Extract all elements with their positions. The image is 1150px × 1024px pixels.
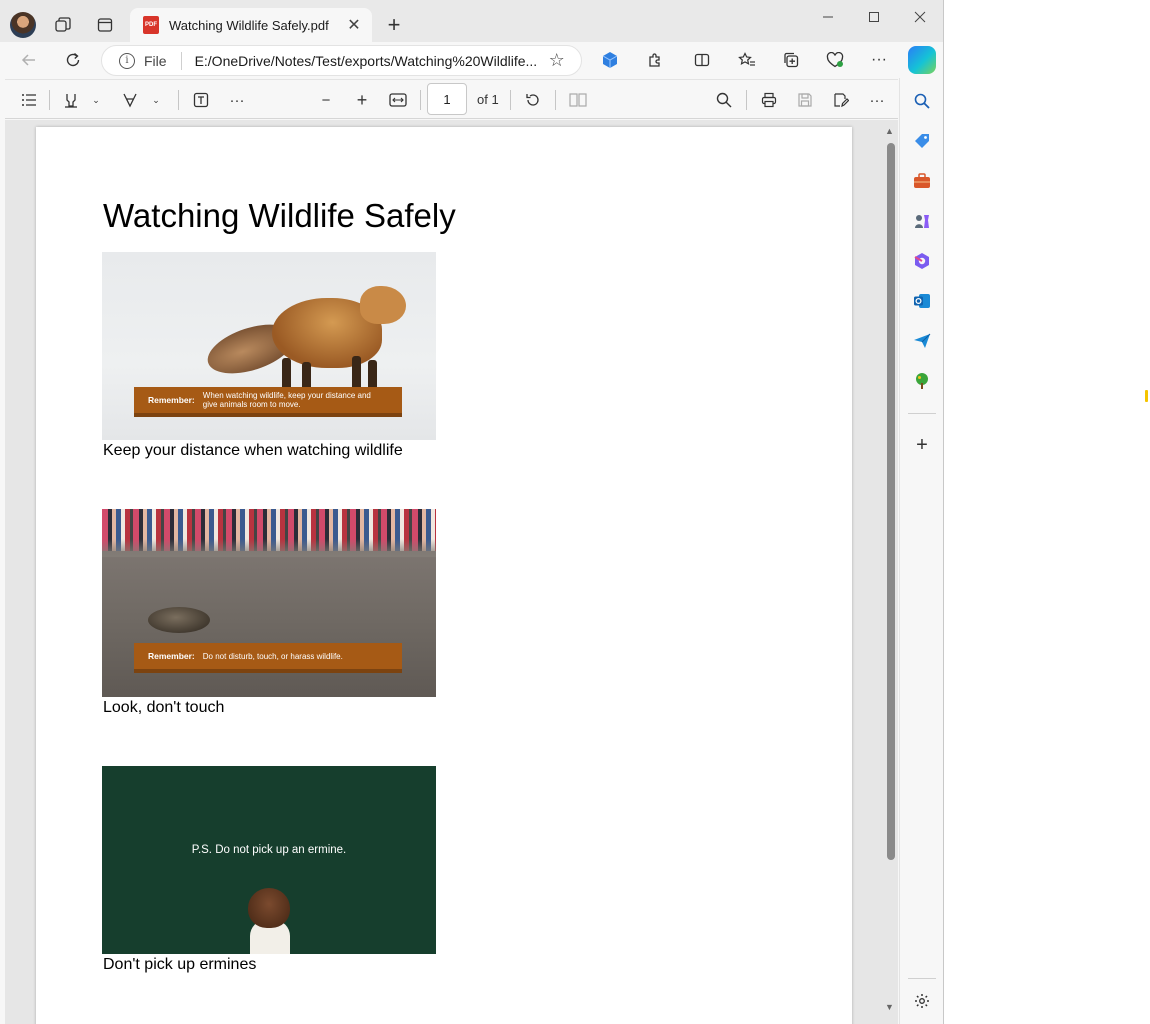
edge-sidebar: + bbox=[899, 78, 943, 1024]
page-number-input[interactable]: 1 bbox=[427, 83, 467, 115]
banner-text: Do not disturb, touch, or harass wildlif… bbox=[202, 651, 343, 661]
browser-essentials-icon[interactable] bbox=[821, 46, 849, 74]
sidebar-settings-gear-icon[interactable] bbox=[912, 991, 932, 1011]
scrollbar-thumb[interactable] bbox=[887, 143, 895, 860]
tab-title: Watching Wildlife Safely.pdf bbox=[169, 17, 329, 33]
banner-label: Remember: bbox=[148, 651, 195, 661]
close-window-icon[interactable] bbox=[897, 4, 943, 30]
page-view-icon[interactable] bbox=[567, 86, 589, 114]
favorite-star-icon[interactable]: ☆ bbox=[549, 50, 565, 71]
scroll-up-arrow-icon[interactable]: ▲ bbox=[885, 126, 894, 136]
banner-text: When watching wildlife, keep your distan… bbox=[202, 390, 371, 409]
highlight-chevron-down-icon[interactable]: ⌄ bbox=[89, 86, 103, 114]
save-icon[interactable] bbox=[793, 86, 817, 114]
ermine-image-text: P.S. Do not pick up an ermine. bbox=[191, 844, 347, 856]
more-tools-icon[interactable]: ··· bbox=[226, 86, 248, 114]
image-caption: Look, don't touch bbox=[103, 699, 225, 716]
zoom-out-icon[interactable]: − bbox=[315, 86, 337, 114]
maximize-icon[interactable] bbox=[851, 4, 897, 30]
image-caption: Don't pick up ermines bbox=[103, 956, 257, 973]
crowd-fade bbox=[102, 539, 436, 557]
document-title: Watching Wildlife Safely bbox=[103, 197, 456, 234]
pdf-viewport[interactable]: Watching Wildlife Safely Remember: When … bbox=[5, 120, 898, 1024]
pdf-toolbar: ⌄ ⌄ ··· − + 1 of 1 ··· bbox=[5, 79, 898, 119]
add-sidebar-app-plus-icon[interactable]: + bbox=[912, 434, 932, 456]
scroll-down-arrow-icon[interactable]: ▼ bbox=[885, 1002, 894, 1012]
close-tab-icon[interactable]: ✕ bbox=[344, 15, 364, 35]
ermine-head bbox=[248, 888, 290, 928]
table-of-contents-icon[interactable] bbox=[17, 86, 41, 114]
outlook-icon[interactable] bbox=[912, 291, 932, 311]
tools-briefcase-icon[interactable] bbox=[912, 171, 932, 191]
page-total-label: of 1 bbox=[477, 92, 499, 107]
collections-icon[interactable] bbox=[777, 46, 805, 74]
turtle bbox=[148, 607, 210, 633]
ermine-image: P.S. Do not pick up an ermine. bbox=[102, 766, 436, 954]
microsoft-365-icon[interactable] bbox=[912, 251, 932, 271]
info-icon[interactable]: i bbox=[119, 52, 135, 69]
fit-to-page-icon[interactable] bbox=[387, 86, 409, 114]
draw-chevron-down-icon[interactable]: ⌄ bbox=[149, 86, 163, 114]
toolbar-divider bbox=[420, 90, 421, 110]
tab-actions-icon[interactable] bbox=[91, 11, 119, 39]
pdf-file-icon: PDF bbox=[143, 16, 159, 34]
address-divider bbox=[180, 51, 182, 70]
sidebar-divider bbox=[908, 413, 936, 414]
turtle-on-beach-image: Remember: Do not disturb, touch, or hara… bbox=[102, 509, 436, 697]
games-chess-icon[interactable] bbox=[912, 211, 932, 231]
minimize-icon[interactable] bbox=[805, 4, 851, 30]
tab-active[interactable]: PDF Watching Wildlife Safely.pdf ✕ bbox=[130, 8, 372, 42]
refresh-icon[interactable] bbox=[59, 46, 87, 74]
favorites-icon[interactable] bbox=[733, 46, 761, 74]
pdf-page: Watching Wildlife Safely Remember: When … bbox=[36, 127, 852, 1024]
extensions-puzzle-icon[interactable] bbox=[641, 46, 669, 74]
toolbar-divider bbox=[746, 90, 747, 110]
sidebar-divider bbox=[908, 978, 936, 979]
add-text-icon[interactable] bbox=[190, 86, 212, 114]
fox-in-snow-image: Remember: When watching wildlife, keep y… bbox=[102, 252, 436, 440]
remember-banner: Remember: Do not disturb, touch, or hara… bbox=[134, 643, 402, 673]
new-tab-plus-icon[interactable]: + bbox=[382, 11, 406, 39]
rotate-icon[interactable] bbox=[522, 86, 544, 114]
browser-window: PDF Watching Wildlife Safely.pdf ✕ + i F… bbox=[0, 0, 944, 1024]
workspaces-icon[interactable] bbox=[49, 11, 77, 39]
banner-label: Remember: bbox=[148, 395, 195, 405]
shopping-tag-icon[interactable] bbox=[912, 131, 932, 151]
remember-banner: Remember: When watching wildlife, keep y… bbox=[134, 387, 402, 417]
navigation-bar: i File E:/OneDrive/Notes/Test/exports/Wa… bbox=[0, 42, 943, 78]
search-icon[interactable] bbox=[712, 86, 736, 114]
image-caption: Keep your distance when watching wildlif… bbox=[103, 442, 403, 459]
extension-cube-icon[interactable] bbox=[596, 46, 624, 74]
scheme-label: File bbox=[144, 52, 167, 69]
profile-avatar[interactable] bbox=[10, 12, 36, 38]
print-icon[interactable] bbox=[757, 86, 781, 114]
draw-icon[interactable] bbox=[120, 86, 140, 114]
send-plane-icon[interactable] bbox=[912, 331, 932, 351]
tab-strip: PDF Watching Wildlife Safely.pdf ✕ + bbox=[0, 0, 943, 42]
back-arrow-icon[interactable] bbox=[15, 46, 43, 74]
screen-edge-marker bbox=[1145, 390, 1148, 402]
pdf-more-options-icon[interactable]: ··· bbox=[865, 86, 889, 114]
fox-head bbox=[360, 286, 406, 324]
save-as-icon[interactable] bbox=[829, 86, 853, 114]
tree-app-icon[interactable] bbox=[912, 371, 932, 391]
settings-more-icon[interactable]: ··· bbox=[865, 46, 893, 74]
copilot-icon[interactable] bbox=[908, 46, 936, 74]
address-bar[interactable]: i File E:/OneDrive/Notes/Test/exports/Wa… bbox=[101, 45, 582, 76]
split-screen-icon[interactable] bbox=[688, 46, 716, 74]
sidebar-search-icon[interactable] bbox=[912, 91, 932, 111]
zoom-in-icon[interactable]: + bbox=[351, 86, 373, 114]
toolbar-divider bbox=[555, 90, 556, 110]
highlight-icon[interactable] bbox=[61, 86, 81, 114]
toolbar-divider bbox=[49, 90, 50, 110]
url-text[interactable]: E:/OneDrive/Notes/Test/exports/Watching%… bbox=[195, 53, 541, 69]
toolbar-divider bbox=[178, 90, 179, 110]
toolbar-divider bbox=[510, 90, 511, 110]
